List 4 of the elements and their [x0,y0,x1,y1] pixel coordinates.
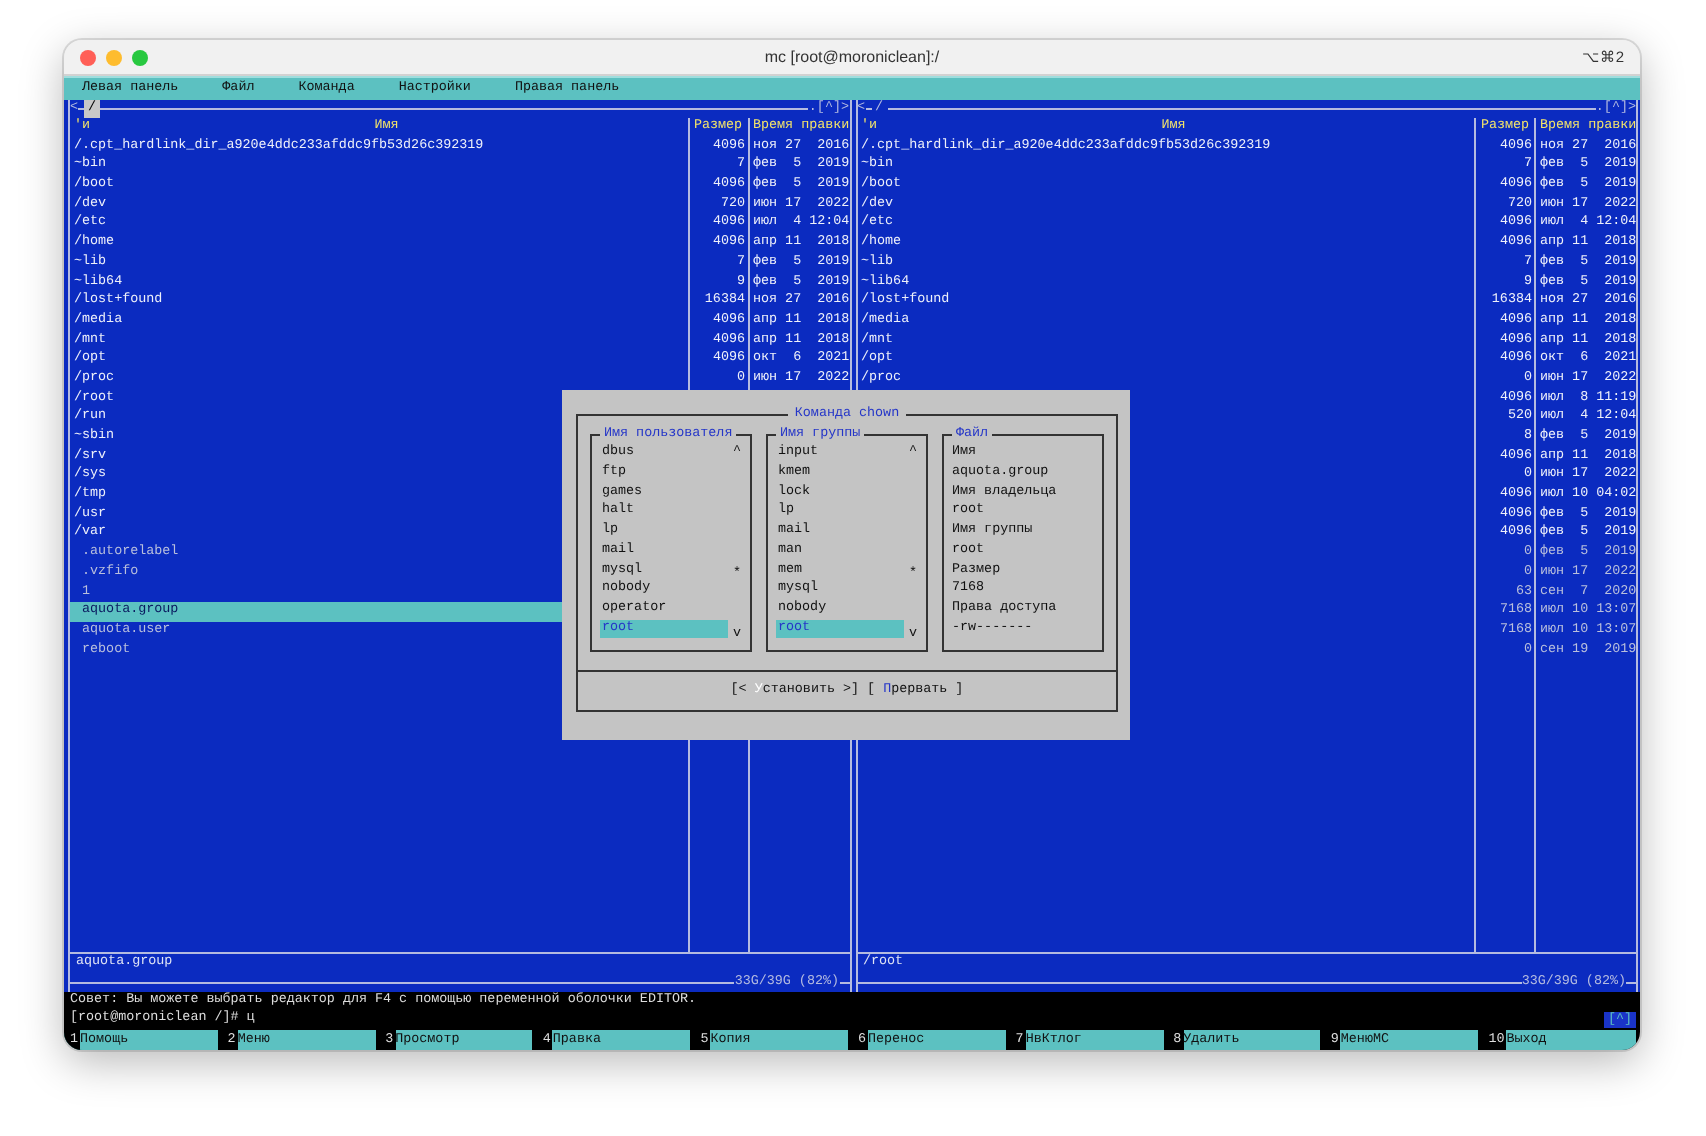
window-title: mc [root@moroniclean]:/ [764,48,940,66]
minimize-button[interactable] [106,49,122,65]
zoom-button[interactable] [132,49,148,65]
close-button[interactable] [80,49,96,65]
